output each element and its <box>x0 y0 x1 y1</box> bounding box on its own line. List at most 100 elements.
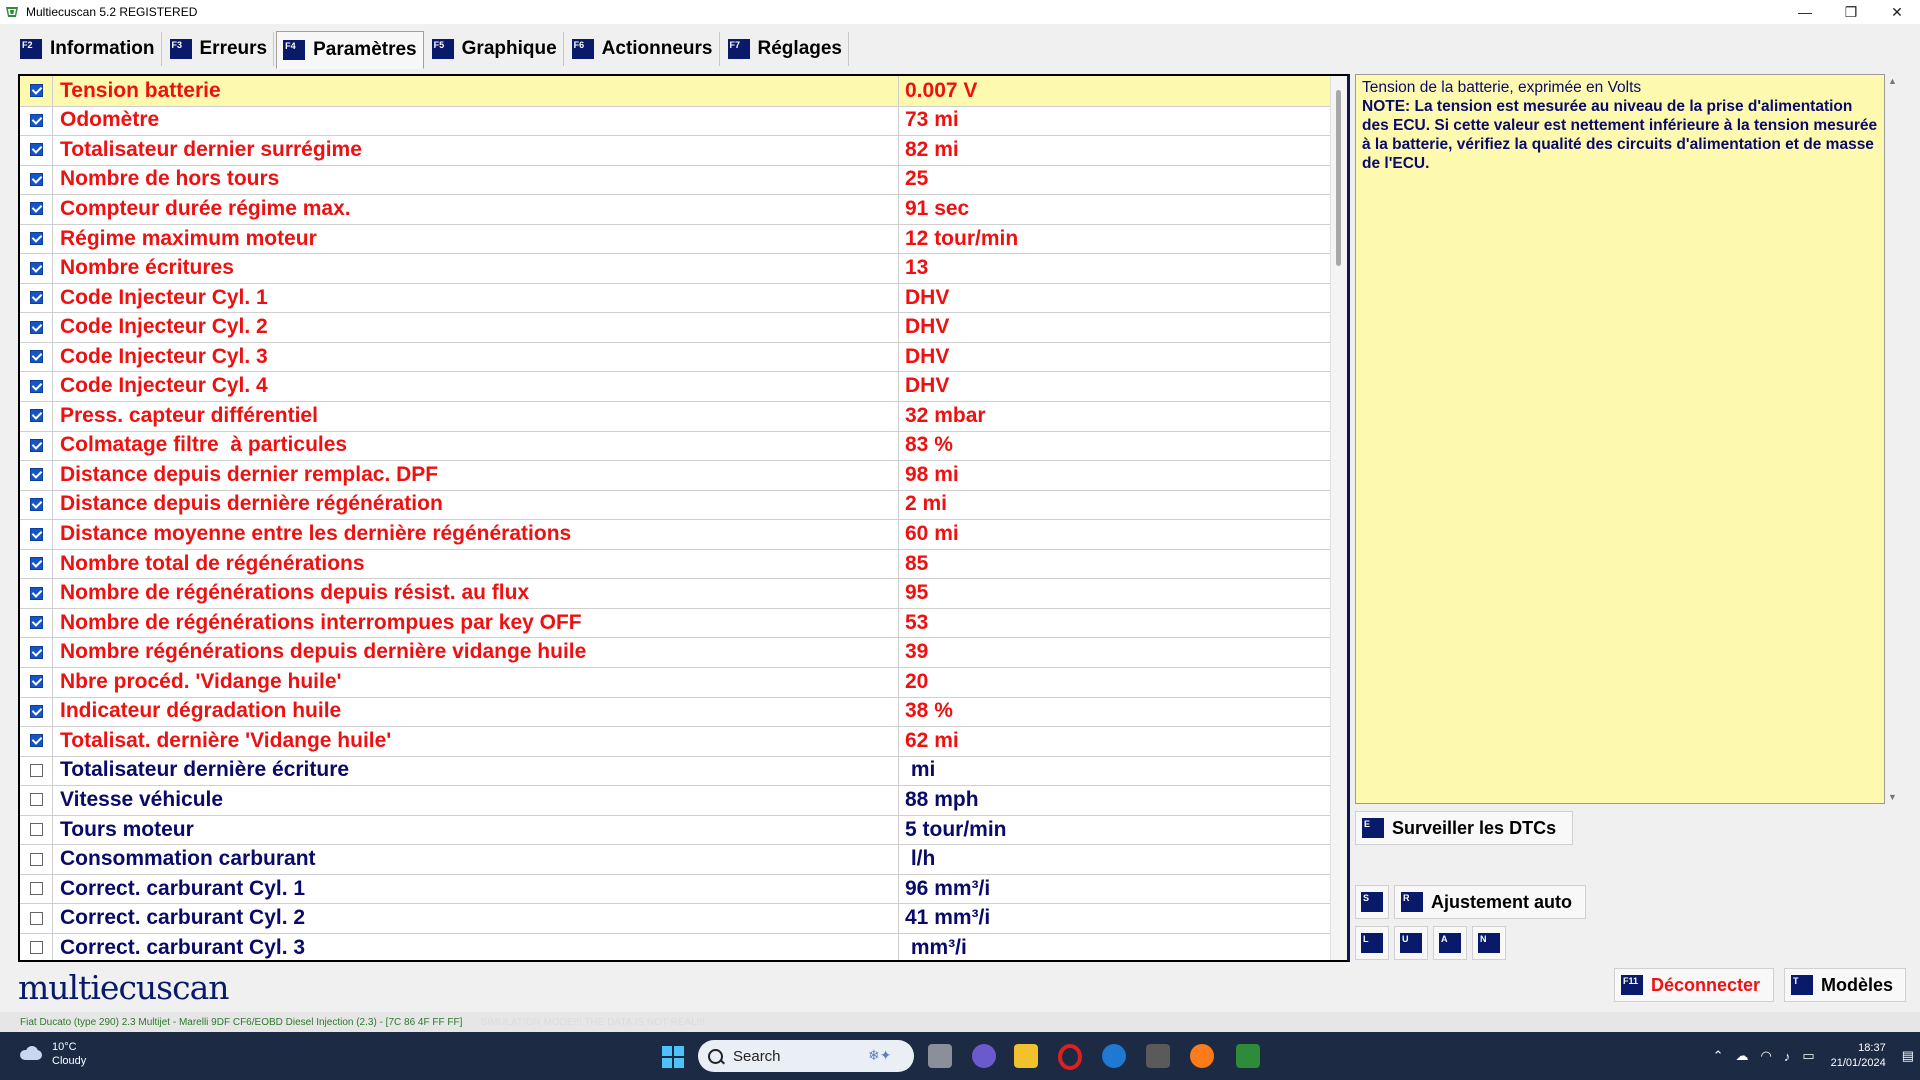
parameter-row[interactable]: Colmatage filtre à particules 83 % <box>20 430 1332 462</box>
disconnect-button[interactable]: F11 Déconnecter <box>1614 968 1774 1002</box>
parameter-row[interactable]: Vitesse véhicule 88 mph <box>20 785 1332 816</box>
parameter-checkbox[interactable] <box>29 143 43 157</box>
parameter-checkbox[interactable] <box>29 852 43 866</box>
parameter-row[interactable]: Totalisateur dernière écriture mi <box>20 755 1332 787</box>
parameter-row[interactable]: Nombre de hors tours 25 <box>20 164 1332 196</box>
parameter-checkbox[interactable] <box>29 468 43 482</box>
parameter-checkbox[interactable] <box>29 557 43 571</box>
parameter-row[interactable]: Code Injecteur Cyl. 1 DHV <box>20 282 1332 314</box>
parameter-checkbox[interactable] <box>29 704 43 718</box>
parameter-checkbox[interactable] <box>29 527 43 541</box>
notifications-icon[interactable]: ▤ <box>1902 1048 1914 1064</box>
parameter-checkbox[interactable] <box>29 793 43 807</box>
parameter-row[interactable]: Correct. carburant Cyl. 3 mm³/i <box>20 932 1332 960</box>
parameter-row[interactable]: Nombre de régénérations interrompues par… <box>20 607 1332 639</box>
parameter-checkbox[interactable] <box>29 379 43 393</box>
parameter-checkbox[interactable] <box>29 941 43 955</box>
parameter-row[interactable]: Code Injecteur Cyl. 4 DHV <box>20 371 1332 402</box>
parameter-row[interactable]: Press. capteur différentiel 32 mbar <box>20 401 1332 432</box>
table-scrollbar-thumb[interactable] <box>1336 90 1341 266</box>
parameter-row[interactable]: Compteur durée régime max. 91 sec <box>20 194 1332 225</box>
multiecuscan-taskbar-icon[interactable] <box>1236 1044 1260 1068</box>
parameter-checkbox[interactable] <box>29 586 43 600</box>
opera-icon[interactable] <box>1058 1044 1082 1070</box>
s-key-button[interactable]: S <box>1355 885 1389 919</box>
parameter-checkbox[interactable] <box>29 438 43 452</box>
browser-icon[interactable] <box>1102 1044 1126 1068</box>
tab-graphique[interactable]: F5 Graphique <box>426 32 564 66</box>
parameter-checkbox[interactable] <box>29 645 43 659</box>
tab-actionneurs[interactable]: F6 Actionneurs <box>566 32 720 66</box>
parameter-row[interactable]: Code Injecteur Cyl. 3 DHV <box>20 341 1332 373</box>
parameter-row[interactable]: Nombre de régénérations depuis résist. a… <box>20 578 1332 609</box>
parameter-checkbox[interactable] <box>29 113 43 127</box>
weather-widget[interactable]: 10°C Cloudy <box>18 1040 86 1068</box>
tab-erreurs[interactable]: F3 Erreurs <box>164 32 275 66</box>
firefox-icon[interactable] <box>1190 1044 1214 1068</box>
parameter-row[interactable]: Totalisateur dernier surrégime 82 mi <box>20 135 1332 166</box>
parameter-row[interactable]: Correct. carburant Cyl. 1 96 mm³/i <box>20 873 1332 905</box>
parameter-row[interactable]: Tours moteur 5 tour/min <box>20 814 1332 846</box>
parameter-row[interactable]: Odomètre 73 mi <box>20 105 1332 137</box>
monitor-dtc-button[interactable]: E Surveiller les DTCs <box>1355 811 1573 845</box>
a-key-button[interactable]: A <box>1433 926 1467 960</box>
parameter-checkbox[interactable] <box>29 497 43 511</box>
parameter-checkbox[interactable] <box>29 232 43 245</box>
parameter-row[interactable]: Nombre total de régénérations 85 <box>20 548 1332 580</box>
parameter-row[interactable]: Régime maximum moteur 12 tour/min <box>20 223 1332 255</box>
parameter-checkbox[interactable] <box>29 84 43 98</box>
start-button[interactable] <box>662 1046 684 1068</box>
parameter-row[interactable]: Code Injecteur Cyl. 2 DHV <box>20 312 1332 343</box>
parameter-checkbox[interactable] <box>29 291 43 305</box>
scroll-down-icon[interactable]: ▼ <box>1888 792 1897 802</box>
chevron-up-icon[interactable]: ⌃ <box>1713 1048 1724 1064</box>
parameter-checkbox[interactable] <box>29 823 43 836</box>
onedrive-icon[interactable]: ☁ <box>1736 1048 1749 1064</box>
description-scrollbar[interactable]: ▲ ▼ <box>1885 74 1899 804</box>
parameter-checkbox[interactable] <box>29 763 43 777</box>
parameter-row[interactable]: Consommation carburant l/h <box>20 844 1332 875</box>
parameter-checkbox[interactable] <box>29 261 43 275</box>
auto-adjust-button[interactable]: R Ajustement auto <box>1394 885 1586 919</box>
parameter-row[interactable]: Nbre procéd. 'Vidange huile' 20 <box>20 667 1332 698</box>
minimize-button[interactable]: — <box>1782 0 1828 24</box>
u-key-button[interactable]: U <box>1394 926 1428 960</box>
parameter-checkbox[interactable] <box>29 320 43 334</box>
parameter-row[interactable]: Correct. carburant Cyl. 2 41 mm³/i <box>20 903 1332 934</box>
scroll-up-icon[interactable]: ▲ <box>1888 76 1897 86</box>
volume-icon[interactable]: ♪ <box>1784 1049 1791 1064</box>
parameter-checkbox[interactable] <box>29 202 43 216</box>
parameter-row[interactable]: Distance moyenne entre les dernière régé… <box>20 519 1332 550</box>
parameter-row[interactable]: Nombre régénérations depuis dernière vid… <box>20 637 1332 668</box>
parameter-checkbox[interactable] <box>29 882 43 896</box>
battery-icon[interactable]: ▭ <box>1802 1048 1814 1064</box>
table-scrollbar[interactable] <box>1330 76 1347 960</box>
parameter-row[interactable]: Distance depuis dernier remplac. DPF 98 m… <box>20 460 1332 491</box>
tab-reglages[interactable]: F7 Réglages <box>722 32 849 66</box>
app-icon-generic[interactable] <box>1146 1044 1170 1068</box>
parameter-row[interactable]: Nombre écritures 13 <box>20 253 1332 284</box>
parameter-checkbox[interactable] <box>29 734 43 748</box>
task-view-icon[interactable] <box>928 1044 952 1068</box>
n-key-button[interactable]: N <box>1472 926 1506 960</box>
parameter-row[interactable]: Distance depuis dernière régénération 2 m… <box>20 489 1332 521</box>
models-button[interactable]: T Modèles <box>1784 968 1906 1002</box>
tab-parametres[interactable]: F4 Paramètres <box>276 31 424 69</box>
taskbar-search[interactable]: Search ❄✦ <box>698 1040 914 1072</box>
parameter-checkbox[interactable] <box>29 409 43 423</box>
parameter-row[interactable]: Tension batterie 0.007 V <box>20 76 1332 107</box>
close-button[interactable]: ✕ <box>1874 0 1920 24</box>
file-explorer-icon[interactable] <box>1014 1044 1038 1068</box>
l-key-button[interactable]: L <box>1355 926 1389 960</box>
parameter-row[interactable]: Indicateur dégradation huile 38 % <box>20 696 1332 728</box>
parameter-checkbox[interactable] <box>29 350 43 364</box>
restore-button[interactable]: ❐ <box>1828 0 1874 24</box>
tab-information[interactable]: F2 Information <box>14 32 162 66</box>
teams-icon[interactable] <box>972 1044 996 1068</box>
wifi-icon[interactable]: ◠ <box>1761 1048 1772 1064</box>
parameter-row[interactable]: Totalisat. dernière 'Vidange huile' 62 mi <box>20 726 1332 757</box>
parameter-checkbox[interactable] <box>29 911 43 925</box>
clock[interactable]: 18:37 21/01/2024 <box>1831 1041 1886 1071</box>
parameter-checkbox[interactable] <box>29 172 43 186</box>
parameter-checkbox[interactable] <box>29 616 43 630</box>
